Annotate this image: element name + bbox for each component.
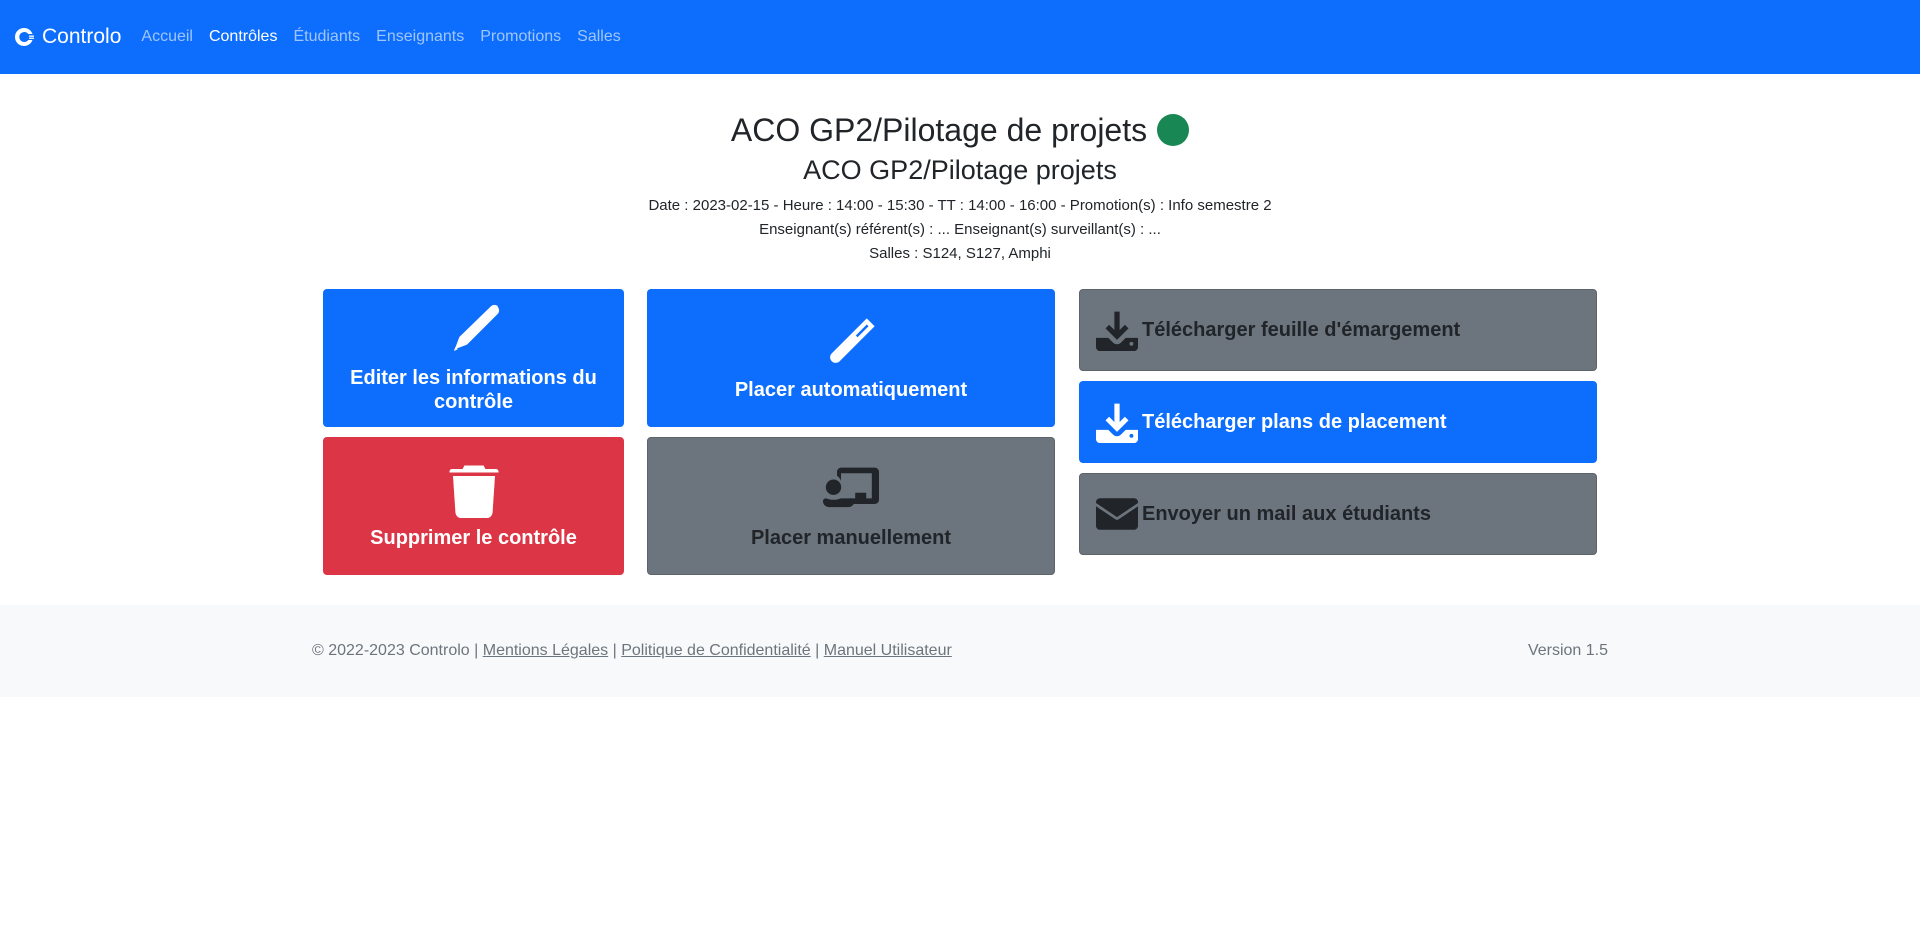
exam-rooms: Salles : S124, S127, Amphi [869, 245, 1051, 262]
auto-place-label: Placer automatiquement [734, 379, 968, 401]
nav-link-accueil[interactable]: Accueil [141, 28, 193, 46]
exam-details: Date : 2023-02-15 - Heure : 14:00 - 15:3… [648, 197, 1272, 214]
footer-separator: | [815, 642, 820, 659]
footer-separator: | [612, 642, 617, 659]
status-indicator [1157, 114, 1190, 146]
download-seating-plans-button[interactable]: Télécharger plans de placement [1079, 381, 1597, 463]
download-attendance-sheet-button[interactable]: Télécharger feuille d'émargement [1079, 289, 1597, 371]
brand-name: Controlo [42, 25, 122, 48]
edit-exam-label: Editer les informations du contrôle [350, 367, 597, 413]
nav-link-enseignants[interactable]: Enseignants [376, 28, 464, 46]
download-attendance-sheet-label: Télécharger feuille d'émargement [1142, 318, 1461, 341]
download-icon [1096, 311, 1138, 351]
privacy-policy-link[interactable]: Politique de Confidentialité [621, 642, 810, 659]
exam-teachers: Enseignant(s) référent(s) : ... Enseigna… [759, 221, 1161, 238]
brand-link[interactable]: Controlo [12, 25, 121, 49]
page-footer: © 2022-2023 Controlo | Mentions Légales … [0, 605, 1920, 697]
send-mail-label: Envoyer un mail aux étudiants [1142, 502, 1431, 525]
page-title-row: ACO GP2/Pilotage de projets [0, 110, 1920, 150]
trash-icon [449, 465, 498, 518]
page-subtitle: ACO GP2/Pilotage projets [803, 155, 1117, 185]
download-seating-plans-label: Télécharger plans de placement [1142, 410, 1447, 433]
download-icon [1096, 403, 1138, 443]
manual-place-button[interactable]: Placer manuellement [647, 437, 1055, 575]
delete-exam-label: Supprimer le contrôle [370, 527, 577, 549]
footer-separator: | [474, 642, 479, 659]
envelope-icon [1096, 498, 1138, 530]
page-title: ACO GP2/Pilotage de projets [730, 112, 1148, 148]
nav-link-etudiants[interactable]: Étudiants [293, 28, 360, 46]
top-navbar: Controlo Accueil Contrôles Étudiants Ens… [0, 0, 1920, 74]
controlo-logo-icon [15, 27, 34, 46]
nav-link-controles[interactable]: Contrôles [209, 28, 277, 46]
user-manual-link[interactable]: Manuel Utilisateur [824, 642, 952, 659]
exam-header: ACO GP2/Pilotage de projets ACO GP2/Pilo… [0, 110, 1920, 266]
edit-exam-button[interactable]: Editer les informations du contrôle [323, 289, 624, 427]
action-buttons: Editer les informations du contrôle Plac… [323, 289, 1597, 575]
magic-wand-icon [830, 318, 875, 363]
nav-link-promotions[interactable]: Promotions [480, 28, 561, 46]
presentation-icon [823, 467, 879, 508]
copyright-text: © 2022-2023 Controlo [312, 642, 470, 659]
legal-notice-link[interactable]: Mentions Légales [483, 642, 608, 659]
version-text: Version 1.5 [1527, 642, 1608, 659]
footer-left: © 2022-2023 Controlo | Mentions Légales … [312, 642, 952, 660]
send-mail-button[interactable]: Envoyer un mail aux étudiants [1079, 473, 1597, 555]
pencil-icon [453, 304, 499, 351]
manual-place-label: Placer manuellement [750, 527, 952, 549]
delete-exam-button[interactable]: Supprimer le contrôle [323, 437, 624, 575]
auto-place-button[interactable]: Placer automatiquement [647, 289, 1055, 427]
nav-link-salles[interactable]: Salles [577, 28, 621, 46]
